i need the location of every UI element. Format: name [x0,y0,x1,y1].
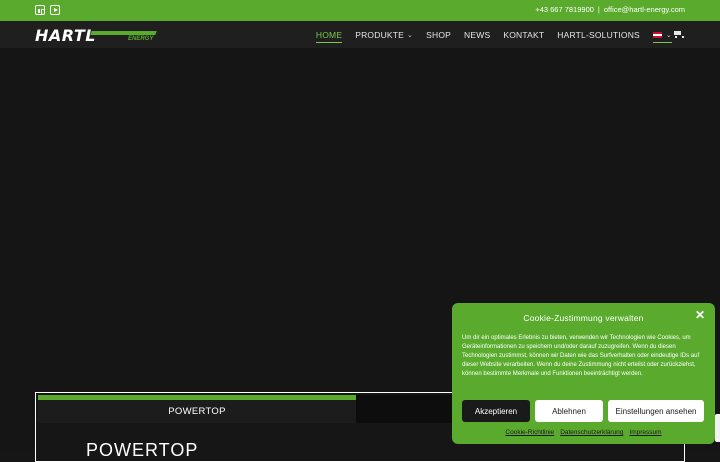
chevron-down-icon: ⌄ [665,31,672,39]
cookie-heading: Cookie-Zustimmung verwalten [523,313,644,323]
logo-stripe [90,31,157,35]
chevron-down-icon: ⌄ [407,31,414,39]
cookie-policy-link[interactable]: Cookie-Richtlinie [505,429,554,436]
austria-flag-icon [652,31,662,38]
linkedin-icon[interactable] [35,5,45,15]
top-bar: +43 667 7819900 | office@hartl-energy.co… [0,0,720,21]
nav-item-shop[interactable]: SHOP [426,21,451,48]
nav-item-news[interactable]: NEWS [464,21,490,48]
contact-separator: | [597,5,600,14]
language-switcher[interactable]: ⌄ [652,21,673,48]
main-nav: HOME PRODUKTE ⌄ SHOP NEWS KONTAKT HARTL-S… [315,21,673,48]
settings-button[interactable]: Einstellungen ansehen [608,400,704,422]
youtube-icon[interactable] [50,5,60,15]
email-link[interactable]: office@hartl-energy.com [604,5,685,14]
social-links [35,5,60,15]
nav-item-home[interactable]: HOME [315,21,343,48]
imprint-link[interactable]: Impressum [629,429,661,436]
product-title: POWERTOP [86,440,199,460]
recaptcha-badge[interactable] [715,414,720,442]
tab-powertop[interactable]: POWERTOP [38,395,356,423]
logo-subtitle: ENERGY [128,36,154,42]
accept-button[interactable]: Akzeptieren [462,400,530,422]
logo[interactable]: HARTL ENERGY [35,26,157,45]
close-icon[interactable]: ✕ [695,309,705,321]
nav-label: HOME [315,29,343,40]
main-header: HARTL ENERGY HOME PRODUKTE ⌄ SHOP NEWS KO… [0,21,720,48]
nav-label: PRODUKTE [355,29,405,40]
nav-label: KONTAKT [503,29,545,40]
nav-item-hartl-solutions[interactable]: HARTL-SOLUTIONS [557,21,640,48]
cookie-consent-dialog: Cookie-Zustimmung verwalten ✕ Um dir ein… [452,303,715,444]
nav-label: NEWS [464,29,491,40]
nav-item-produkte[interactable]: PRODUKTE ⌄ [355,21,413,48]
nav-label: SHOP [426,29,452,40]
logo-wordmark: HARTL [35,26,96,45]
deny-button[interactable]: Ablehnen [535,400,603,422]
contact-info: +43 667 7819900 | office@hartl-energy.co… [535,5,685,14]
phone-link[interactable]: +43 667 7819900 [535,5,594,14]
cookie-buttons: Akzeptieren Ablehnen Einstellungen anseh… [462,400,704,422]
cookie-links: Cookie-Richtlinie Datenschutzerklärung I… [452,429,715,436]
nav-item-kontakt[interactable]: KONTAKT [503,21,544,48]
cookie-text: Um dir ein optimales Erlebnis zu bieten,… [462,335,700,377]
nav-label: HARTL-SOLUTIONS [557,29,640,40]
cart-icon[interactable] [673,30,684,38]
privacy-link[interactable]: Datenschutzerklärung [560,429,623,436]
